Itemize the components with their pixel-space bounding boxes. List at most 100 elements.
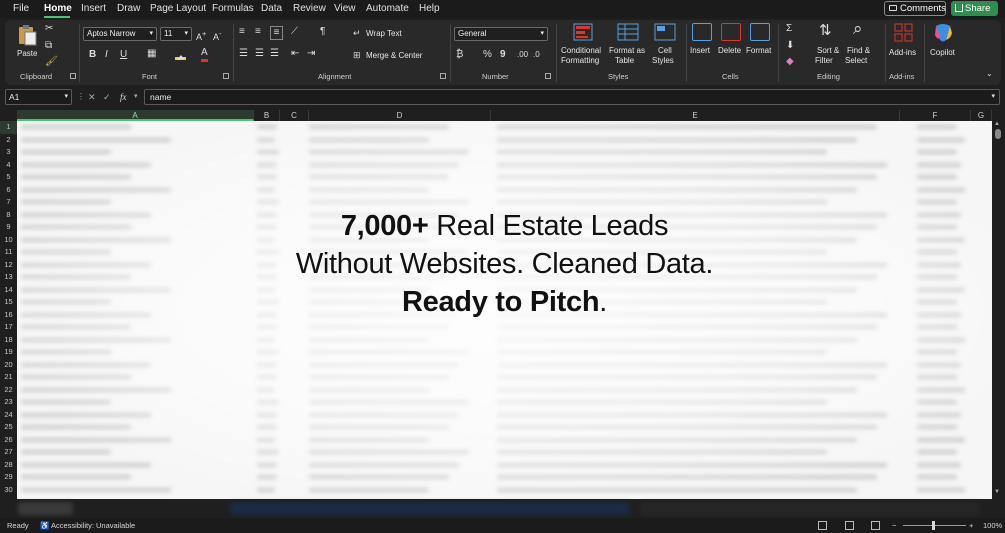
row-header[interactable]: 3 — [0, 146, 17, 159]
row-header[interactable]: 14 — [0, 284, 17, 297]
comments-button[interactable]: Comments — [884, 1, 946, 16]
share-button[interactable]: Share — [951, 1, 998, 16]
font-name-select[interactable]: Aptos Narrow ▾ — [83, 27, 157, 41]
font-launcher-icon[interactable] — [223, 73, 229, 79]
row-header[interactable]: 27 — [0, 446, 17, 459]
format-cells-button[interactable]: Format — [746, 23, 774, 69]
menu-draw[interactable]: Draw — [117, 2, 140, 16]
column-header-a[interactable]: A — [17, 110, 254, 121]
delete-cells-button[interactable]: Delete — [718, 23, 744, 69]
bold-button[interactable]: B — [89, 49, 96, 61]
format-painter-icon[interactable]: 🖌 — [45, 56, 58, 68]
chevron-down-icon[interactable]: ▾ — [134, 89, 138, 105]
menu-review[interactable]: Review — [293, 2, 326, 16]
align-bottom-icon[interactable]: ≡ — [270, 26, 283, 40]
row-header[interactable]: 26 — [0, 434, 17, 447]
column-header-b[interactable]: B — [254, 110, 280, 121]
collapse-ribbon-icon[interactable]: ⌄ — [986, 68, 993, 80]
orientation-icon[interactable]: ⟋ — [291, 26, 298, 38]
copilot-button[interactable]: Copilot — [928, 23, 958, 69]
menu-help[interactable]: Help — [419, 2, 440, 16]
row-header[interactable]: 6 — [0, 184, 17, 197]
find-select-button[interactable]: ⌕ Find & Select — [845, 20, 879, 69]
paste-button[interactable]: Paste — [15, 24, 39, 64]
scroll-thumb[interactable] — [995, 129, 1001, 139]
column-header-f[interactable]: F — [900, 110, 971, 121]
cancel-icon[interactable]: ✕ — [88, 89, 96, 105]
row-header[interactable]: 22 — [0, 384, 17, 397]
menu-automate[interactable]: Automate — [366, 2, 409, 16]
number-launcher-icon[interactable] — [545, 73, 551, 79]
wrap-text-button[interactable]: ↵ Wrap Text — [353, 27, 413, 39]
row-header[interactable]: 20 — [0, 359, 17, 372]
worksheet-grid[interactable]: 7,000+ Real Estate Leads Without Website… — [17, 121, 992, 499]
horizontal-scroll-track[interactable] — [640, 502, 980, 515]
underline-button[interactable]: U — [120, 49, 127, 61]
row-header[interactable]: 15 — [0, 296, 17, 309]
column-header-g[interactable]: G — [971, 110, 992, 121]
increase-indent-icon[interactable]: ⇥ — [307, 48, 315, 60]
currency-icon[interactable]: ₿ — [456, 49, 463, 61]
row-header[interactable]: 13 — [0, 271, 17, 284]
enter-icon[interactable]: ✓ — [103, 89, 111, 105]
column-header-d[interactable]: D — [309, 110, 491, 121]
row-header[interactable]: 30 — [0, 484, 17, 497]
row-header[interactable]: 23 — [0, 396, 17, 409]
fill-color-icon[interactable] — [175, 49, 186, 60]
row-header[interactable]: 24 — [0, 409, 17, 422]
normal-view-icon[interactable] — [818, 521, 827, 530]
number-format-select[interactable]: General ▾ — [454, 27, 548, 41]
copy-icon[interactable]: ⧉ — [45, 40, 52, 52]
increase-font-icon[interactable]: A+ — [196, 28, 206, 43]
row-header[interactable]: 11 — [0, 246, 17, 259]
cut-icon[interactable]: ✂ — [45, 23, 53, 35]
autosum-icon[interactable]: Σ — [786, 23, 792, 35]
alignment-launcher-icon[interactable] — [440, 73, 446, 79]
menu-view[interactable]: View — [334, 2, 356, 16]
clipboard-launcher-icon[interactable] — [70, 73, 76, 79]
conditional-formatting-button[interactable]: Conditional Formatting — [561, 23, 605, 69]
horizontal-scrollbar[interactable] — [230, 502, 630, 515]
row-header[interactable]: 29 — [0, 471, 17, 484]
align-top-icon[interactable]: ≡ — [239, 26, 245, 38]
font-size-select[interactable]: 11 ▾ — [160, 27, 192, 41]
formula-input[interactable]: name ▾ — [144, 89, 1000, 105]
align-middle-icon[interactable]: ≡ — [255, 26, 261, 38]
sort-filter-button[interactable]: ⇅ Sort & Filter — [815, 23, 841, 69]
row-header[interactable]: 1 — [0, 121, 17, 134]
menu-formulas[interactable]: Formulas — [212, 2, 254, 16]
row-header[interactable]: 18 — [0, 334, 17, 347]
scroll-down-icon[interactable]: ▼ — [994, 489, 1000, 495]
row-header[interactable]: 21 — [0, 371, 17, 384]
row-header[interactable]: 28 — [0, 459, 17, 472]
align-center-icon[interactable]: ☰ — [255, 48, 264, 60]
format-as-table-button[interactable]: Format as Table — [609, 23, 647, 69]
zoom-in-icon[interactable]: + — [969, 518, 973, 533]
menu-home[interactable]: Home — [44, 2, 72, 16]
comma-style-button[interactable]: 9 — [500, 49, 506, 61]
zoom-level[interactable]: 100% — [983, 518, 1002, 533]
vertical-scrollbar[interactable]: ▲ ▼ — [992, 121, 1005, 499]
name-box[interactable]: A1 ▾ — [5, 89, 72, 105]
row-header[interactable]: 8 — [0, 209, 17, 222]
insert-cells-button[interactable]: Insert — [690, 23, 714, 69]
borders-icon[interactable]: ▦ — [147, 48, 156, 60]
increase-decimal-icon[interactable]: .00 — [517, 49, 528, 61]
accessibility-status[interactable]: Accessibility: Unavailable — [51, 518, 135, 533]
font-color-icon[interactable]: A — [201, 47, 208, 62]
decrease-indent-icon[interactable]: ⇤ — [291, 48, 299, 60]
row-header[interactable]: 25 — [0, 421, 17, 434]
merge-center-button[interactable]: ⊞ Merge & Center — [353, 49, 443, 61]
clear-icon[interactable]: ◆ — [786, 56, 794, 68]
addins-button[interactable]: Add-ins — [889, 23, 919, 63]
row-header[interactable]: 16 — [0, 309, 17, 322]
cell-styles-button[interactable]: Cell Styles — [650, 23, 680, 69]
column-header-e[interactable]: E — [491, 110, 900, 121]
row-header[interactable]: 19 — [0, 346, 17, 359]
row-header[interactable]: 5 — [0, 171, 17, 184]
rtl-icon[interactable]: ¶ — [320, 26, 325, 38]
row-header[interactable]: 12 — [0, 259, 17, 272]
align-right-icon[interactable]: ☰ — [270, 48, 279, 60]
italic-button[interactable]: I — [105, 49, 108, 61]
zoom-slider-thumb[interactable] — [932, 521, 935, 530]
